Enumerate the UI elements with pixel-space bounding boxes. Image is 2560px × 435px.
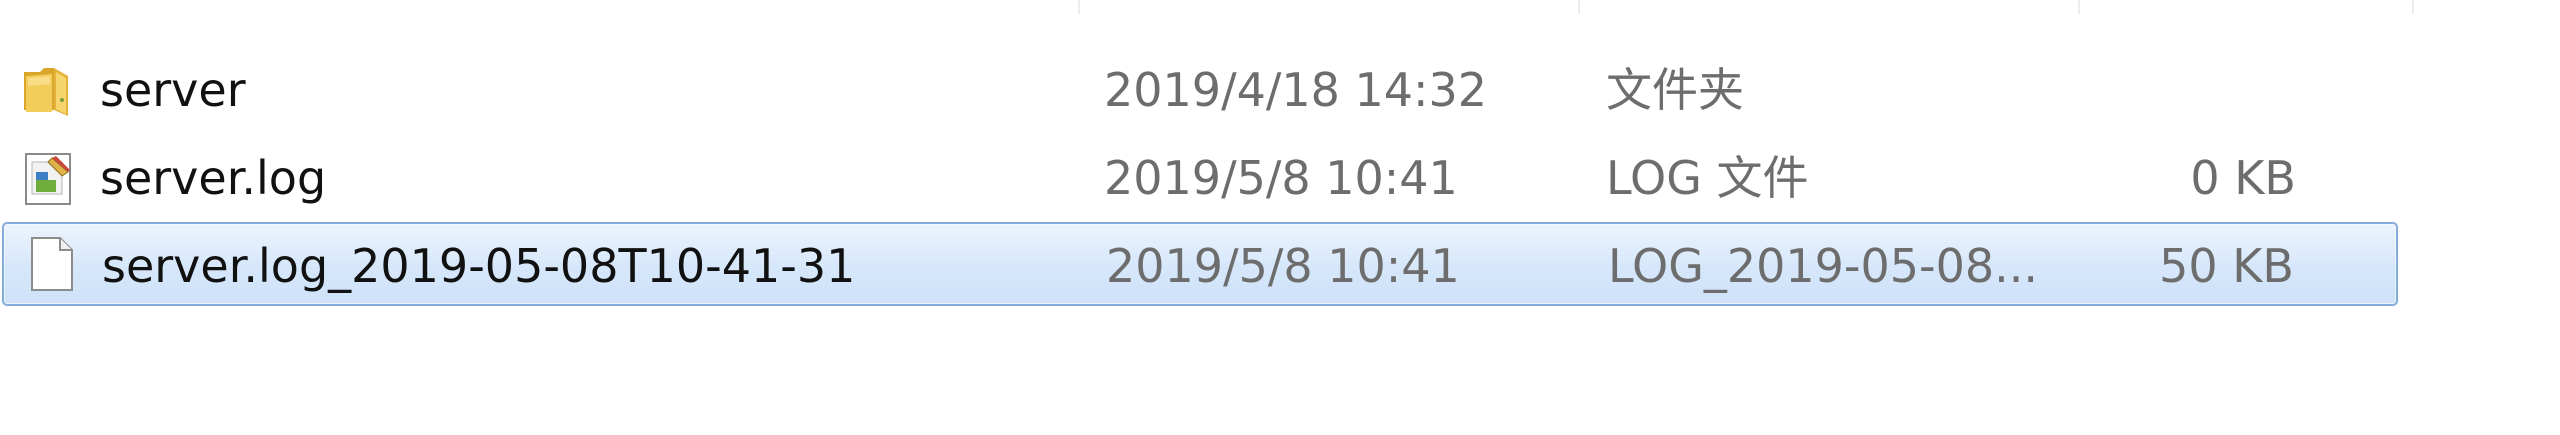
folder-icon (20, 62, 76, 118)
file-row-server-log-2019[interactable]: server.log_2019-05-08T10-41-31 2019/5/8 … (2, 222, 2398, 306)
blank-file-icon (24, 236, 80, 292)
log-file-icon (22, 150, 78, 206)
file-date-modified: 2019/4/18 14:32 (1104, 63, 1488, 117)
file-size: 0 KB (2190, 151, 2296, 205)
file-date-modified: 2019/5/8 10:41 (1106, 239, 1460, 293)
file-date-modified: 2019/5/8 10:41 (1104, 151, 1458, 205)
file-name[interactable]: server.log (100, 136, 326, 220)
file-name[interactable]: server (100, 48, 246, 132)
file-type: 文件夹 (1606, 63, 1744, 117)
file-name[interactable]: server.log_2019-05-08T10-41-31 (102, 224, 855, 308)
file-row-server-folder[interactable]: server 2019/4/18 14:32 文件夹 (0, 48, 2400, 132)
file-list: server 2019/4/18 14:32 文件夹 server.log 20… (0, 0, 2560, 435)
file-type: LOG 文件 (1606, 151, 1809, 205)
file-type: LOG_2019-05-08... (1608, 239, 2039, 293)
file-size: 50 KB (2159, 239, 2294, 293)
file-row-server-log[interactable]: server.log 2019/5/8 10:41 LOG 文件 0 KB (0, 136, 2400, 220)
